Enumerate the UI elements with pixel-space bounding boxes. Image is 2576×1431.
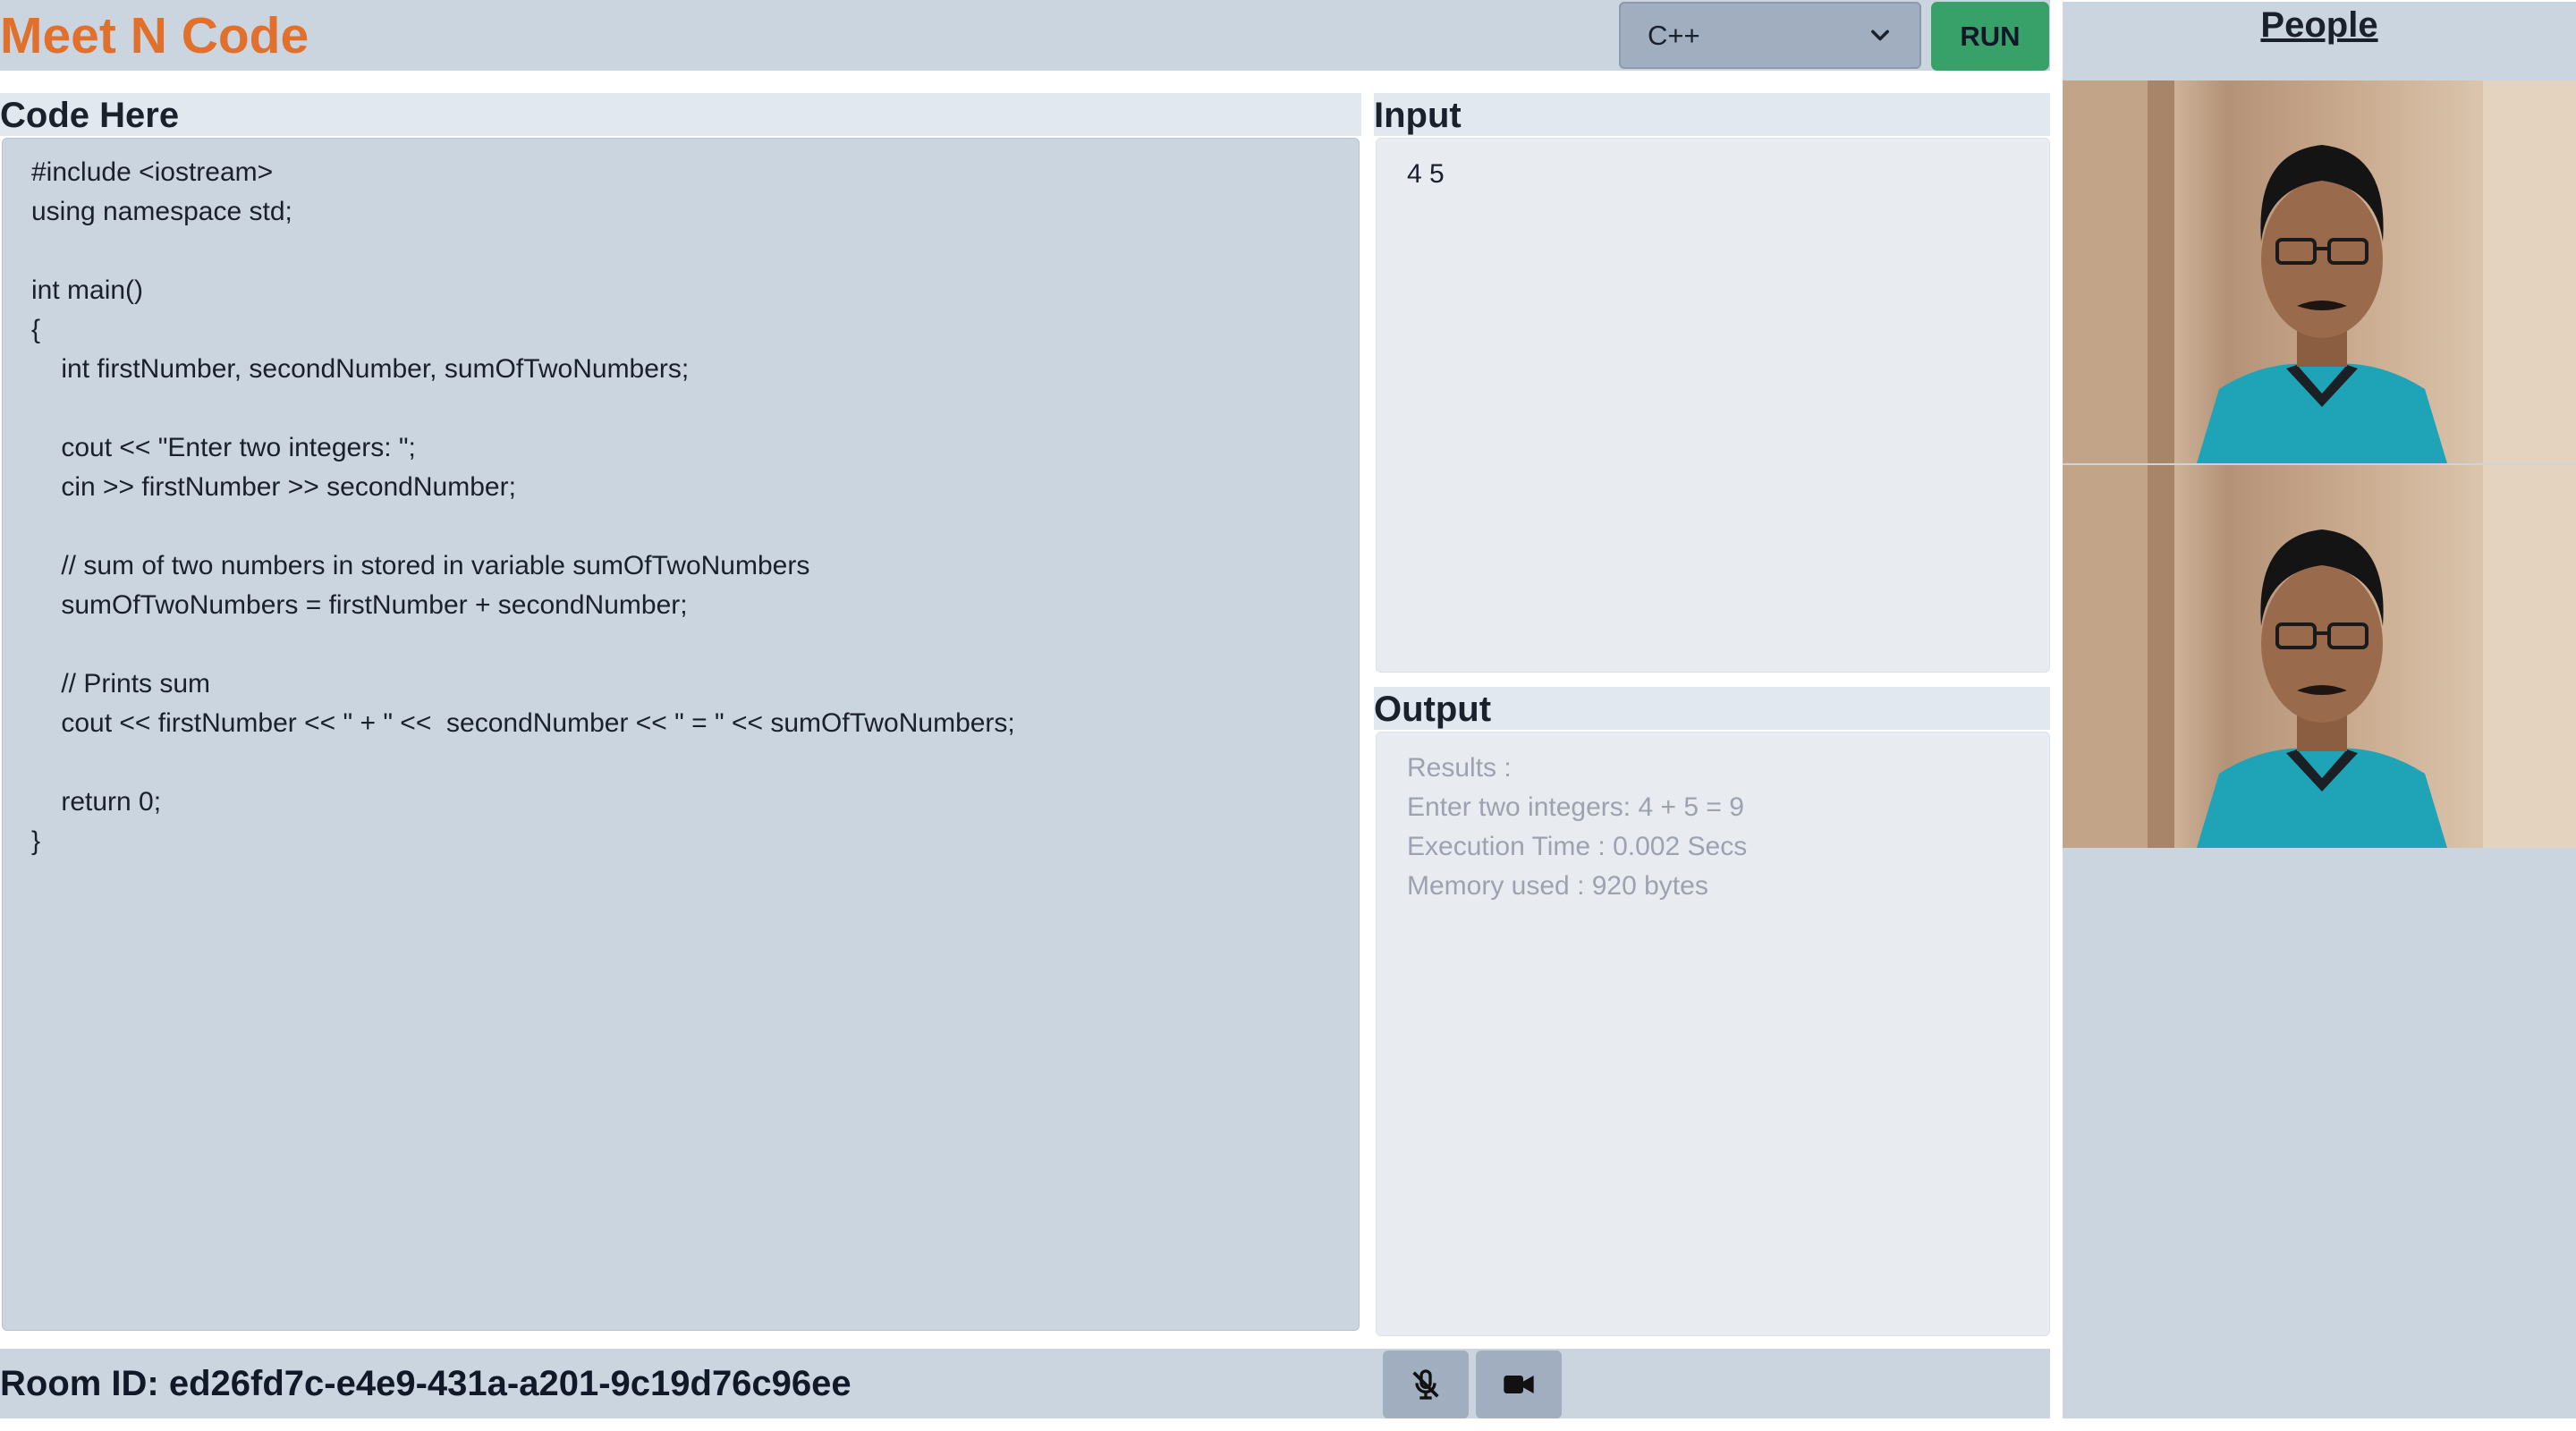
output-panel: Results : Enter two integers: 4 + 5 = 9 … bbox=[1376, 732, 2050, 1336]
code-line: using namespace std; bbox=[31, 197, 292, 226]
video-camera-icon bbox=[1504, 1376, 1534, 1393]
app-logo: Meet N Code bbox=[0, 7, 309, 64]
code-line: return 0; bbox=[31, 787, 162, 817]
language-select-value: C++ bbox=[1648, 19, 1700, 51]
code-editor-label: Code Here bbox=[0, 93, 1361, 136]
people-title[interactable]: People bbox=[2063, 2, 2576, 48]
mic-off-icon bbox=[1412, 1369, 1439, 1400]
people-panel: People bbox=[2063, 2, 2576, 1418]
bottom-bar: Room ID: ed26fd7c-e4e9-431a-a201-9c19d76… bbox=[0, 1349, 2050, 1418]
input-label: Input bbox=[1374, 93, 2050, 136]
video-tile[interactable] bbox=[2063, 80, 2576, 463]
participant-avatar bbox=[2063, 80, 2576, 463]
output-label: Output bbox=[1374, 687, 2050, 730]
output-line: Results : bbox=[1407, 753, 1512, 783]
code-line: sumOfTwoNumbers = firstNumber + secondNu… bbox=[31, 590, 688, 620]
code-line: // Prints sum bbox=[31, 669, 211, 699]
code-line: cout << firstNumber << " + " << secondNu… bbox=[31, 708, 1015, 738]
room-id: Room ID: ed26fd7c-e4e9-431a-a201-9c19d76… bbox=[0, 1364, 852, 1403]
camera-button[interactable] bbox=[1476, 1351, 1562, 1418]
mute-button[interactable] bbox=[1383, 1351, 1469, 1418]
chevron-down-icon bbox=[1871, 30, 1889, 40]
output-line: Enter two integers: 4 + 5 = 9 bbox=[1407, 792, 1744, 822]
language-select[interactable]: C++ bbox=[1619, 2, 1921, 69]
run-button[interactable]: RUN bbox=[1931, 2, 2049, 71]
code-line: int main() bbox=[31, 275, 144, 305]
input-textarea[interactable]: 4 5 bbox=[1376, 138, 2050, 673]
code-line: #include <iostream> bbox=[31, 157, 274, 187]
output-line: Memory used : 920 bytes bbox=[1407, 871, 1708, 901]
participant-avatar bbox=[2063, 465, 2576, 848]
code-line: // sum of two numbers in stored in varia… bbox=[31, 551, 810, 580]
code-line: cin >> firstNumber >> secondNumber; bbox=[31, 472, 516, 502]
code-line: cout << "Enter two integers: "; bbox=[31, 433, 416, 462]
code-editor[interactable]: #include <iostream> using namespace std;… bbox=[2, 138, 1360, 1331]
video-tile[interactable] bbox=[2063, 465, 2576, 848]
input-value: 4 5 bbox=[1407, 159, 1445, 189]
code-line: } bbox=[31, 826, 41, 856]
code-line: int firstNumber, secondNumber, sumOfTwoN… bbox=[31, 354, 690, 384]
code-line: { bbox=[31, 315, 41, 344]
output-line: Execution Time : 0.002 Secs bbox=[1407, 832, 1748, 861]
top-bar: Meet N Code C++ RUN bbox=[0, 0, 2050, 71]
